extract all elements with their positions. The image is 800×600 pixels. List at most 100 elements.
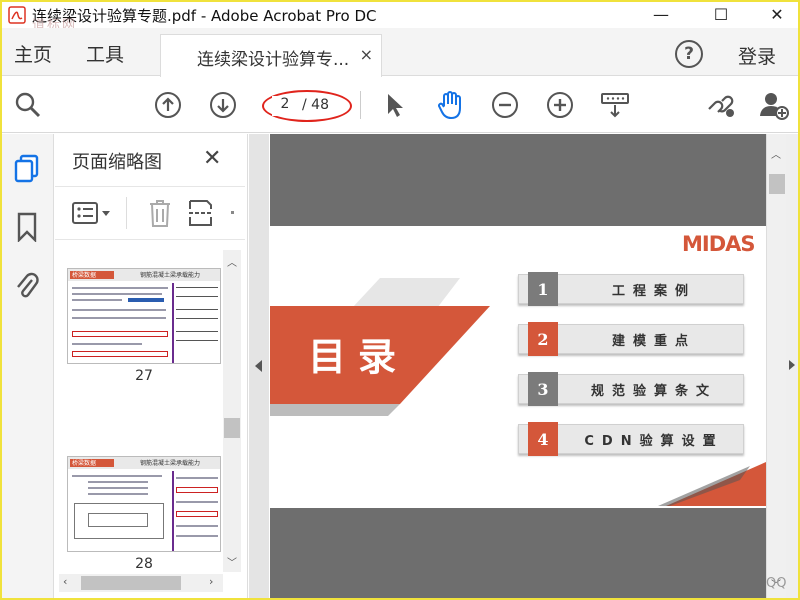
navigation-rail: [2, 134, 54, 598]
overflow-dot: [231, 211, 234, 214]
help-icon: ?: [684, 44, 694, 64]
hand-tool-button[interactable]: [434, 89, 466, 121]
thumbnail-scrollbar[interactable]: ︿ ﹀: [223, 250, 241, 572]
toolbar-divider: [360, 91, 361, 119]
agenda-number: 2: [528, 322, 558, 356]
fit-page-icon: [601, 93, 629, 118]
collapse-arrow-icon: [255, 360, 262, 372]
agenda-number: 1: [528, 272, 558, 306]
thumbnail-horizontal-scrollbar[interactable]: ‹ ›: [59, 574, 223, 592]
agenda-number: 3: [528, 372, 558, 406]
thumb-header: 桥梁数据: [72, 272, 97, 279]
minimize-button[interactable]: —: [638, 2, 684, 26]
tab-home[interactable]: 主页: [14, 40, 52, 67]
scrollbar-thumb[interactable]: [224, 418, 240, 438]
panel-close-button[interactable]: ✕: [203, 146, 221, 171]
acrobat-window: 连续梁设计验算专题.pdf - Adobe Acrobat Pro DC 道标网…: [0, 0, 800, 600]
scroll-right-arrow-icon[interactable]: ›: [209, 575, 213, 588]
select-tool-button[interactable]: [378, 89, 410, 121]
thumbnail-page-28[interactable]: 桥梁数据 钢筋混凝土梁承载能力: [67, 456, 221, 552]
panel-title: 页面缩略图: [72, 152, 162, 173]
document-scrollbar-thumb[interactable]: [769, 174, 785, 194]
agenda-number: 4: [528, 422, 558, 456]
document-tab-label: 连续梁设计验算专...: [197, 50, 350, 70]
thumb-subheader: 钢筋混凝土梁承载能力: [140, 460, 201, 467]
page-navigator: 2 / 48: [260, 90, 352, 122]
midas-logo: MIDAS: [682, 232, 756, 256]
bookmark-icon: [17, 212, 37, 242]
total-pages: / 48: [302, 97, 329, 113]
add-user-button[interactable]: [758, 89, 790, 121]
scroll-left-arrow-icon[interactable]: ‹: [63, 575, 67, 588]
document-scrollbar[interactable]: ︿ ﹀: [766, 134, 786, 598]
document-tab-close-button[interactable]: ×: [360, 45, 373, 64]
page-up-icon: [155, 92, 181, 118]
zoom-in-icon: [547, 92, 573, 118]
maximize-button[interactable]: ☐: [698, 2, 744, 26]
agenda-label: 工程案例: [611, 283, 696, 299]
zoom-in-button[interactable]: [544, 89, 576, 121]
corner-watermark: QQ: [766, 576, 787, 591]
thumbnail-page-27[interactable]: 桥梁数据 钢筋混凝土梁承载能力: [67, 268, 221, 364]
thumbnail-list: 桥梁数据 钢筋混凝土梁承载能力 27 桥梁数据 钢筋混凝土梁承载能力 28: [55, 242, 223, 572]
window-title: 连续梁设计验算专题.pdf - Adobe Acrobat Pro DC: [32, 7, 377, 25]
zoom-out-button[interactable]: [489, 89, 521, 121]
help-button[interactable]: ?: [675, 40, 703, 68]
share-link-button[interactable]: [704, 89, 736, 121]
agenda-item-1: 1 工程案例: [518, 272, 744, 306]
attachments-button[interactable]: [10, 268, 44, 302]
hand-icon: [438, 91, 461, 120]
right-panel-handle[interactable]: [786, 134, 798, 598]
thumbnail-label: 27: [135, 368, 153, 384]
thumbnail-label: 28: [135, 556, 153, 572]
delete-page-button[interactable]: [147, 197, 173, 233]
bookmarks-button[interactable]: [10, 210, 44, 244]
pointer-icon: [388, 94, 403, 117]
title-bar: 连续梁设计验算专题.pdf - Adobe Acrobat Pro DC 道标网…: [2, 2, 798, 33]
page-thumbnails-button[interactable]: [10, 152, 44, 186]
panel-divider: [126, 197, 127, 229]
agenda-label: 建模重点: [611, 333, 696, 349]
agenda-label: CDN验算设置: [584, 433, 724, 449]
paperclip-icon: [17, 272, 39, 298]
trash-icon: [150, 200, 170, 227]
close-window-button[interactable]: ✕: [754, 2, 798, 26]
agenda-label: 规范验算条文: [590, 383, 717, 399]
document-view[interactable]: MIDAS 目录 1 工程案例 2 建模重点 3 规范验算条文 4 CDN验算设…: [270, 134, 766, 598]
acrobat-app-icon: [8, 6, 26, 24]
agenda-item-3: 3 规范验算条文: [518, 372, 744, 406]
fit-page-button[interactable]: [599, 89, 631, 121]
page-down-icon: [210, 92, 236, 118]
list-options-icon: [72, 202, 110, 224]
next-page-button[interactable]: [207, 89, 239, 121]
previous-page-button[interactable]: [152, 89, 184, 121]
horizontal-scrollbar-thumb[interactable]: [81, 576, 181, 590]
add-user-icon: [760, 93, 789, 120]
insert-page-button[interactable]: [187, 197, 215, 233]
login-button[interactable]: 登录: [738, 42, 776, 69]
thumbnails-icon: [14, 154, 39, 183]
thumbnail-panel: 页面缩略图 ✕ 桥梁数据 钢筋混凝土梁承载能力 27 桥梁数据 钢筋混凝土梁承载…: [55, 134, 248, 598]
expand-arrow-icon: [789, 360, 795, 370]
main-toolbar: 2 / 48: [2, 77, 798, 133]
panel-toolbar: [55, 186, 245, 240]
thumb-header: 桥梁数据: [72, 460, 97, 467]
search-button[interactable]: [12, 89, 44, 121]
tab-bar: 主页 工具 连续梁设计验算专... × ? 登录: [2, 28, 798, 77]
pdf-page: MIDAS 目录 1 工程案例 2 建模重点 3 规范验算条文 4 CDN验算设…: [270, 226, 766, 508]
panel-collapse-handle[interactable]: [249, 134, 269, 598]
tab-tools[interactable]: 工具: [86, 40, 124, 67]
zoom-out-icon: [492, 92, 518, 118]
thumbnail-options-button[interactable]: [71, 199, 113, 231]
page-heading: 目录: [308, 335, 409, 379]
scroll-up-arrow-icon[interactable]: ︿: [771, 146, 781, 161]
page-insert-icon: [189, 200, 213, 226]
tab-document[interactable]: 连续梁设计验算专... ×: [160, 34, 382, 77]
current-page-input[interactable]: 2: [272, 96, 298, 116]
scroll-up-arrow-icon[interactable]: ︿: [227, 254, 237, 269]
thumb-subheader: 钢筋混凝土梁承载能力: [140, 272, 201, 279]
agenda-item-4: 4 CDN验算设置: [518, 422, 744, 456]
search-icon: [15, 92, 41, 118]
agenda-item-2: 2 建模重点: [518, 322, 744, 356]
scroll-down-arrow-icon[interactable]: ﹀: [227, 554, 237, 569]
